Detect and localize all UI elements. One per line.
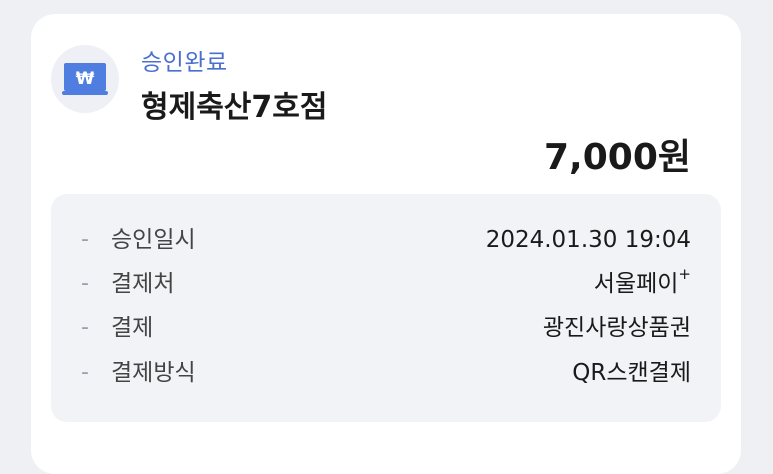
won-symbol: ₩ (76, 69, 95, 89)
detail-label: 결제 (111, 315, 154, 341)
transaction-amount: 7,000원 (544, 137, 691, 178)
bullet-dash: - (81, 227, 89, 252)
bullet-dash: - (81, 360, 89, 385)
bullet-dash: - (81, 315, 89, 340)
icon-container: ₩ (51, 45, 119, 113)
detail-value: 2024.01.30 19:04 (485, 227, 691, 253)
detail-value: 광진사랑상품권 (542, 315, 691, 341)
detail-value-wrap: 서울페이+ (593, 267, 691, 299)
detail-value: 서울페이 (593, 271, 679, 297)
detail-row-payment: - 결제 광진사랑상품권 (51, 313, 721, 343)
details-panel: - 승인일시 2024.01.30 19:04 - 결제처 서울페이+ - 결제… (51, 194, 721, 422)
status-label: 승인완료 (141, 50, 228, 76)
detail-label: 결제처 (111, 271, 175, 297)
won-card-icon: ₩ (62, 63, 108, 95)
detail-row-payment-method: - 결제방식 QR스캔결제 (51, 358, 721, 388)
transaction-card: ₩ 승인완료 형제축산7호점 7,000원 - 승인일시 2024.01.30 … (31, 14, 741, 474)
detail-label: 승인일시 (111, 227, 196, 253)
detail-value: QR스캔결제 (572, 360, 691, 386)
detail-row-payee: - 결제처 서울페이+ (51, 267, 721, 299)
detail-value-suffix: + (678, 265, 691, 283)
bullet-dash: - (81, 271, 89, 296)
detail-row-approval-time: - 승인일시 2024.01.30 19:04 (51, 225, 721, 255)
detail-label: 결제방식 (111, 360, 196, 386)
merchant-name: 형제축산7호점 (141, 90, 328, 125)
